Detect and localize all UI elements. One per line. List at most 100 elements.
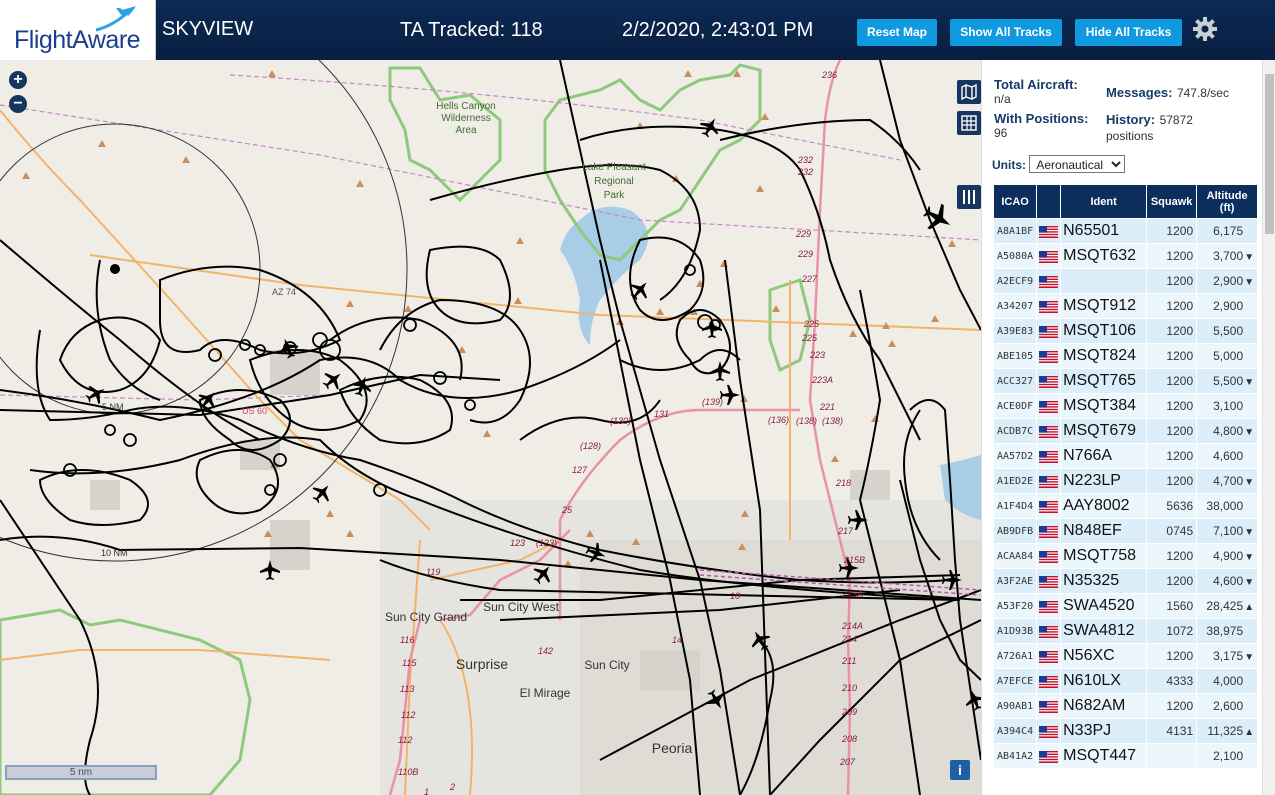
col-header-icao[interactable]: ICAO <box>994 185 1037 218</box>
cell-squawk: 1200 <box>1147 569 1197 593</box>
area-label-6: Park <box>604 190 626 201</box>
area-label-1: Hells Canyon <box>436 101 495 112</box>
map-layers-button[interactable] <box>957 80 981 104</box>
altitude-trend-icon: ▼ <box>1244 552 1255 563</box>
map-view[interactable]: Hells Canyon Wilderness Area Lake Pleasa… <box>0 60 981 795</box>
cell-squawk <box>1147 744 1197 768</box>
grid-toggle-button[interactable] <box>957 111 981 135</box>
col-header-altitude[interactable]: Altitude (ft) <box>1197 185 1258 218</box>
cell-squawk: 1200 <box>1147 219 1197 243</box>
svg-text:10: 10 <box>730 591 740 601</box>
show-all-tracks-button[interactable]: Show All Tracks <box>950 19 1062 46</box>
svg-text:217: 217 <box>837 526 854 536</box>
svg-text:2: 2 <box>449 782 455 792</box>
cell-ident: MSQT447 <box>1061 744 1147 768</box>
gear-icon[interactable] <box>1190 14 1220 44</box>
altitude-trend-icon: ▼ <box>1244 527 1255 538</box>
svg-text:225: 225 <box>803 319 820 329</box>
cell-icao: A1D93B <box>994 619 1037 643</box>
us-flag-icon <box>1037 294 1061 318</box>
cell-ident: N766A <box>1061 444 1147 468</box>
table-row[interactable]: A1F4D4 AAY8002 5636 38,000 <box>994 494 1258 518</box>
area-label-3: Area <box>455 125 477 136</box>
us-flag-icon <box>1037 494 1061 518</box>
zoom-out-button[interactable]: − <box>9 95 27 113</box>
cell-squawk: 1200 <box>1147 444 1197 468</box>
altitude-value: 2,600 <box>1213 699 1244 713</box>
stat-value: 747.8/sec <box>1176 86 1229 100</box>
table-header-row: ICAO Ident Squawk Altitude (ft) <box>994 185 1258 218</box>
zoom-in-button[interactable]: + <box>9 71 27 89</box>
table-row[interactable]: A39E83 MSQT106 1200 5,500 <box>994 319 1258 343</box>
reset-map-button[interactable]: Reset Map <box>857 19 937 46</box>
table-row[interactable]: ACE0DF MSQT384 1200 3,100 <box>994 394 1258 418</box>
svg-text:(138): (138) <box>822 416 843 426</box>
cell-ident: N610LX <box>1061 669 1147 693</box>
table-row[interactable]: A394C4 N33PJ 4131 11,325▲ <box>994 719 1258 743</box>
table-row[interactable]: A1D93B SWA4812 1072 38,975 <box>994 619 1258 643</box>
altitude-value: 4,700 <box>1213 474 1244 488</box>
cell-altitude: 3,100 <box>1197 394 1258 418</box>
altitude-value: 4,900 <box>1213 549 1244 563</box>
cell-squawk: 1200 <box>1147 694 1197 718</box>
info-icon[interactable]: i <box>950 760 970 780</box>
table-row[interactable]: ABE105 MSQT824 1200 5,000 <box>994 344 1258 368</box>
cell-squawk: 1200 <box>1147 394 1197 418</box>
svg-text:25: 25 <box>561 505 573 515</box>
us-flag-icon <box>1037 269 1061 293</box>
altitude-value: 4,600 <box>1213 574 1244 588</box>
table-row[interactable]: ACC327 MSQT765 1200 5,500▼ <box>994 369 1258 393</box>
column-toggle-button[interactable] <box>957 185 981 209</box>
cell-squawk: 0745 <box>1147 519 1197 543</box>
us-flag-icon <box>1037 444 1061 468</box>
cell-icao: A53F20 <box>994 594 1037 618</box>
cell-ident: MSQT106 <box>1061 319 1147 343</box>
units-label: Units: <box>992 158 1026 172</box>
cell-icao: AA57D2 <box>994 444 1037 468</box>
map-scale-bar: 5 nm <box>5 765 157 780</box>
cell-ident: MSQT679 <box>1061 419 1147 443</box>
col-header-ident[interactable]: Ident <box>1061 185 1147 218</box>
svg-text:232: 232 <box>797 167 813 177</box>
cell-altitude: 4,800▼ <box>1197 419 1258 443</box>
us-flag-icon <box>1037 619 1061 643</box>
col-header-squawk[interactable]: Squawk <box>1147 185 1197 218</box>
grid-icon <box>961 115 977 131</box>
table-row[interactable]: A8A1BF N65501 1200 6,175 <box>994 219 1258 243</box>
table-row[interactable]: ACAA84 MSQT758 1200 4,900▼ <box>994 544 1258 568</box>
us-flag-icon <box>1037 319 1061 343</box>
columns-icon <box>963 190 975 204</box>
col-header-flag[interactable] <box>1037 185 1061 218</box>
table-row[interactable]: A34207 MSQT912 1200 2,900 <box>994 294 1258 318</box>
altitude-value: 2,900 <box>1213 274 1244 288</box>
table-row[interactable]: AA57D2 N766A 1200 4,600 <box>994 444 1258 468</box>
cell-altitude: 2,900 <box>1197 294 1258 318</box>
altitude-trend-icon: ▲ <box>1244 602 1255 613</box>
svg-text:227: 227 <box>801 274 818 284</box>
table-row[interactable]: AB9DFB N848EF 0745 7,100▼ <box>994 519 1258 543</box>
table-row[interactable]: A7EFCE N610LX 4333 4,000 <box>994 669 1258 693</box>
cell-squawk: 1200 <box>1147 369 1197 393</box>
altitude-trend-icon: ▼ <box>1244 277 1255 288</box>
table-row[interactable]: A53F20 SWA4520 1560 28,425▲ <box>994 594 1258 618</box>
cell-altitude: 3,700▼ <box>1197 244 1258 268</box>
hide-all-tracks-button[interactable]: Hide All Tracks <box>1075 19 1182 46</box>
table-row[interactable]: A90AB1 N682AM 1200 2,600 <box>994 694 1258 718</box>
flightaware-logo[interactable]: FlightAware <box>0 0 156 60</box>
table-row[interactable]: A5080A MSQT632 1200 3,700▼ <box>994 244 1258 268</box>
table-row[interactable]: A726A1 N56XC 1200 3,175▼ <box>994 644 1258 668</box>
panel-scrollbar[interactable] <box>1262 60 1275 795</box>
table-row[interactable]: ACDB7C MSQT679 1200 4,800▼ <box>994 419 1258 443</box>
cell-altitude: 2,900▼ <box>1197 269 1258 293</box>
table-row[interactable]: A3F2AE N35325 1200 4,600▼ <box>994 569 1258 593</box>
table-row[interactable]: AB41A2 MSQT447 2,100 <box>994 744 1258 768</box>
cell-icao: A5080A <box>994 244 1037 268</box>
cell-icao: ACC327 <box>994 369 1037 393</box>
stat-with-positions: With Positions: 96 <box>994 111 1104 140</box>
altitude-value: 28,425 <box>1206 599 1244 613</box>
scrollbar-thumb[interactable] <box>1265 74 1274 234</box>
units-select[interactable]: Aeronautical <box>1029 155 1126 173</box>
table-row[interactable]: A2ECF9 1200 2,900▼ <box>994 269 1258 293</box>
us-flag-icon <box>1037 594 1061 618</box>
table-row[interactable]: A1ED2E N223LP 1200 4,700▼ <box>994 469 1258 493</box>
